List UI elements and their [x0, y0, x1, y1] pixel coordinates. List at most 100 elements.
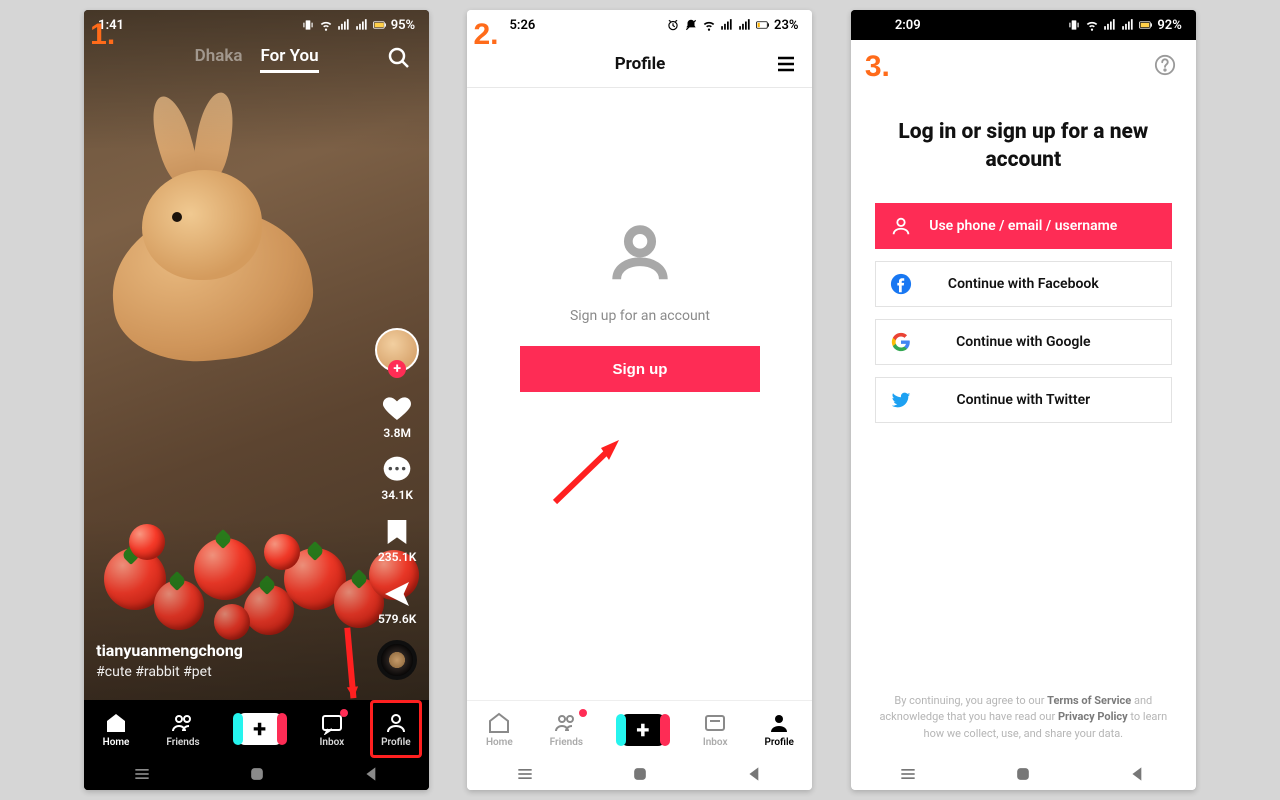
back-icon[interactable]	[745, 764, 765, 784]
back-icon[interactable]	[362, 764, 382, 784]
video-caption: tianyuanmengchong #cute #rabbit #pet	[96, 641, 243, 680]
home-icon[interactable]	[630, 764, 650, 784]
login-phone-label: Use phone / email / username	[912, 218, 1157, 234]
login-twitter-label: Continue with Twitter	[912, 392, 1157, 408]
search-button[interactable]	[387, 46, 411, 74]
video-hashtags[interactable]: #cute #rabbit #pet	[96, 664, 243, 680]
vibrate-icon	[301, 18, 315, 32]
video-feed[interactable]: Dhaka For You + 3.8M 34.1K 235.1K 579.6K	[84, 10, 429, 790]
nav-create[interactable]: +	[237, 713, 283, 745]
comment-button[interactable]: 34.1K	[381, 454, 413, 502]
nav-home[interactable]: Home	[103, 711, 130, 748]
home-icon[interactable]	[1013, 764, 1033, 784]
battery-icon	[1139, 18, 1153, 32]
status-time: 2:09	[895, 18, 921, 33]
signal-icon	[337, 18, 351, 32]
nav-profile-label: Profile	[764, 737, 794, 748]
avatar-placeholder-icon	[605, 218, 675, 292]
nav-profile[interactable]: Profile	[764, 711, 794, 748]
status-time: 5:26	[509, 18, 535, 33]
help-button[interactable]	[1154, 54, 1176, 80]
inbox-badge	[340, 709, 348, 717]
tos-link[interactable]: Terms of Service	[1047, 694, 1131, 707]
menu-button[interactable]	[774, 52, 798, 80]
system-nav	[84, 758, 429, 790]
login-title: Log in or sign up for a new account	[875, 118, 1172, 175]
recent-apps-icon[interactable]	[898, 764, 918, 784]
nav-home-label: Home	[486, 737, 513, 748]
signup-prompt: Sign up for an account	[570, 308, 710, 324]
nav-inbox[interactable]: Inbox	[703, 711, 728, 748]
step-number-1: 1.	[90, 18, 115, 52]
nav-friends-label: Friends	[550, 737, 583, 748]
bottom-nav: Home Friends + Inbox Profile	[467, 700, 812, 758]
signal-icon	[720, 18, 734, 32]
login-google[interactable]: Continue with Google	[875, 319, 1172, 365]
like-button[interactable]: 3.8M	[381, 392, 413, 440]
status-bar: 2:09 92%	[851, 10, 1196, 40]
user-icon	[890, 215, 912, 237]
tab-for-you[interactable]: For You	[260, 46, 318, 73]
step-number-3: 3.	[865, 50, 890, 84]
like-count: 3.8M	[383, 426, 411, 440]
status-bar: 1:41 95%	[84, 10, 429, 40]
signal-icon-2	[355, 18, 369, 32]
nav-home[interactable]: Home	[486, 711, 513, 748]
nav-profile-label: Profile	[381, 737, 411, 748]
wifi-icon	[702, 18, 716, 32]
bottom-nav: Home Friends + Inbox Profile	[84, 700, 429, 758]
wifi-icon	[319, 18, 333, 32]
recent-apps-icon[interactable]	[132, 764, 152, 784]
battery-percent: 23%	[774, 18, 798, 33]
status-icons: 23%	[666, 18, 798, 33]
nav-friends[interactable]: Friends	[166, 711, 199, 748]
nav-create[interactable]: +	[620, 714, 666, 746]
comment-count: 34.1K	[381, 488, 413, 502]
bookmark-button[interactable]: 235.1K	[378, 516, 416, 564]
creator-avatar[interactable]: +	[375, 328, 419, 372]
status-icons: 95%	[301, 18, 415, 33]
nav-inbox-label: Inbox	[320, 737, 345, 748]
status-icons: 92%	[1067, 18, 1181, 33]
battery-icon	[756, 18, 770, 32]
side-action-rail: + 3.8M 34.1K 235.1K 579.6K	[375, 328, 419, 680]
feed-tabs: Dhaka For You	[84, 46, 429, 73]
share-button[interactable]: 579.6K	[378, 578, 416, 626]
login-google-label: Continue with Google	[912, 334, 1157, 350]
screenshot-1-feed: 1. 1:41 95%	[84, 10, 429, 790]
signal-icon	[1103, 18, 1117, 32]
facebook-icon	[890, 273, 912, 295]
login-facebook-label: Continue with Facebook	[912, 276, 1157, 292]
battery-icon	[373, 18, 387, 32]
step-number-2: 2.	[473, 18, 498, 52]
profile-header: Profile	[467, 40, 812, 88]
recent-apps-icon[interactable]	[515, 764, 535, 784]
screenshot-3-login: 2:09 92% 3. Log in or sign up for a new …	[851, 10, 1196, 790]
privacy-link[interactable]: Privacy Policy	[1058, 710, 1128, 723]
nav-profile[interactable]: Profile	[381, 711, 411, 748]
sound-disc[interactable]	[377, 640, 417, 680]
vibrate-icon	[1067, 18, 1081, 32]
signal-icon-2	[738, 18, 752, 32]
wifi-icon	[1085, 18, 1099, 32]
signup-button[interactable]: Sign up	[520, 346, 760, 392]
creator-username[interactable]: tianyuanmengchong	[96, 641, 243, 660]
login-phone-email[interactable]: Use phone / email / username	[875, 203, 1172, 249]
home-icon[interactable]	[247, 764, 267, 784]
tab-following[interactable]: Dhaka	[195, 46, 243, 73]
nav-friends-label: Friends	[166, 737, 199, 748]
follow-plus-icon[interactable]: +	[388, 360, 406, 378]
friends-badge	[579, 709, 587, 717]
header-title: Profile	[615, 54, 666, 74]
back-icon[interactable]	[1128, 764, 1148, 784]
nav-home-label: Home	[103, 737, 130, 748]
twitter-icon	[890, 389, 912, 411]
system-nav	[467, 758, 812, 790]
nav-inbox-label: Inbox	[703, 737, 728, 748]
battery-percent: 95%	[391, 18, 415, 33]
nav-inbox[interactable]: Inbox	[320, 711, 345, 748]
login-facebook[interactable]: Continue with Facebook	[875, 261, 1172, 307]
nav-friends[interactable]: Friends	[550, 711, 583, 748]
profile-empty-state: Sign up for an account Sign up	[467, 88, 812, 790]
login-twitter[interactable]: Continue with Twitter	[875, 377, 1172, 423]
